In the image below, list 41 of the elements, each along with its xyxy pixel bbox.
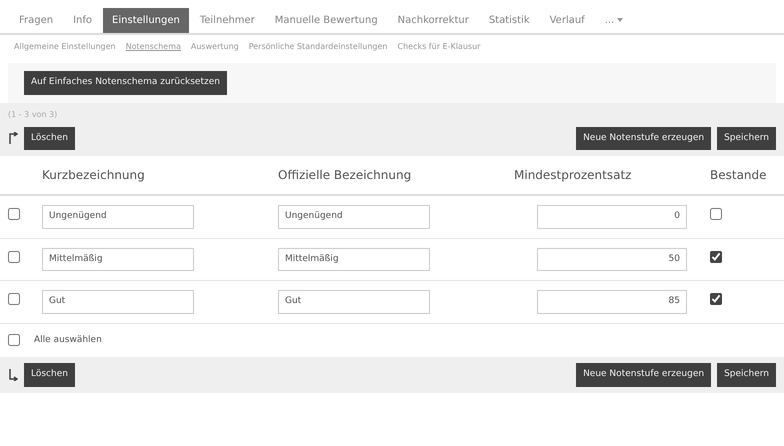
select-all-checkbox[interactable] — [8, 334, 20, 346]
tab[interactable]: Nachkorrektur — [388, 8, 478, 33]
row-checkbox[interactable] — [8, 208, 20, 220]
tab[interactable]: Fragen — [10, 8, 62, 33]
reset-button[interactable]: Auf Einfaches Notenschema zurücksetzen — [24, 71, 227, 94]
column-header: Mindestprozentsatz — [514, 167, 632, 184]
tab[interactable]: Teilnehmer — [190, 8, 264, 33]
tab[interactable]: Einstellungen — [103, 8, 189, 33]
delete-button[interactable]: Löschen — [24, 363, 75, 386]
caret-icon — [617, 18, 624, 22]
column-header: Offizielle Bezeichnung — [278, 167, 412, 184]
text-field[interactable]: Ungenügend — [278, 205, 430, 228]
column-header: Kurzbezeichnung — [42, 167, 146, 184]
save-button[interactable]: Speichern — [717, 363, 776, 386]
tab[interactable]: Info — [64, 8, 102, 33]
text-field[interactable]: Mittelmäßig — [42, 248, 194, 271]
row-checkbox[interactable] — [8, 250, 20, 262]
text-field[interactable]: 50 — [537, 248, 687, 271]
arrow-icon — [8, 368, 18, 381]
create-button[interactable]: Neue Notenstufe erzeugen — [576, 363, 712, 386]
text-field[interactable]: 85 — [537, 290, 687, 314]
tab[interactable]: Verlauf — [540, 8, 594, 33]
save-button[interactable]: Speichern — [717, 126, 776, 150]
passed-checkbox[interactable] — [710, 250, 722, 262]
create-button[interactable]: Neue Notenstufe erzeugen — [576, 126, 712, 150]
column-header: Bestande — [710, 167, 768, 184]
arrow-icon — [8, 132, 18, 144]
tab[interactable]: Statistik — [480, 8, 539, 33]
text-field[interactable]: 0 — [537, 205, 687, 228]
text-field[interactable]: Mittelmäßig — [278, 248, 430, 271]
item-count: (1 - 3 von 3) — [8, 108, 58, 120]
passed-checkbox[interactable] — [710, 208, 722, 220]
row-checkbox[interactable] — [8, 293, 20, 305]
text-field[interactable]: Gut — [42, 290, 194, 314]
delete-button[interactable]: Löschen — [24, 126, 75, 150]
text-field[interactable]: Gut — [278, 290, 430, 314]
select-all-label: Alle auswählen — [34, 334, 102, 346]
tab[interactable]: Manuelle Bewertung — [266, 8, 387, 33]
tab[interactable]: ... — [596, 8, 632, 33]
passed-checkbox[interactable] — [710, 293, 722, 305]
text-field[interactable]: Ungenügend — [42, 205, 194, 228]
